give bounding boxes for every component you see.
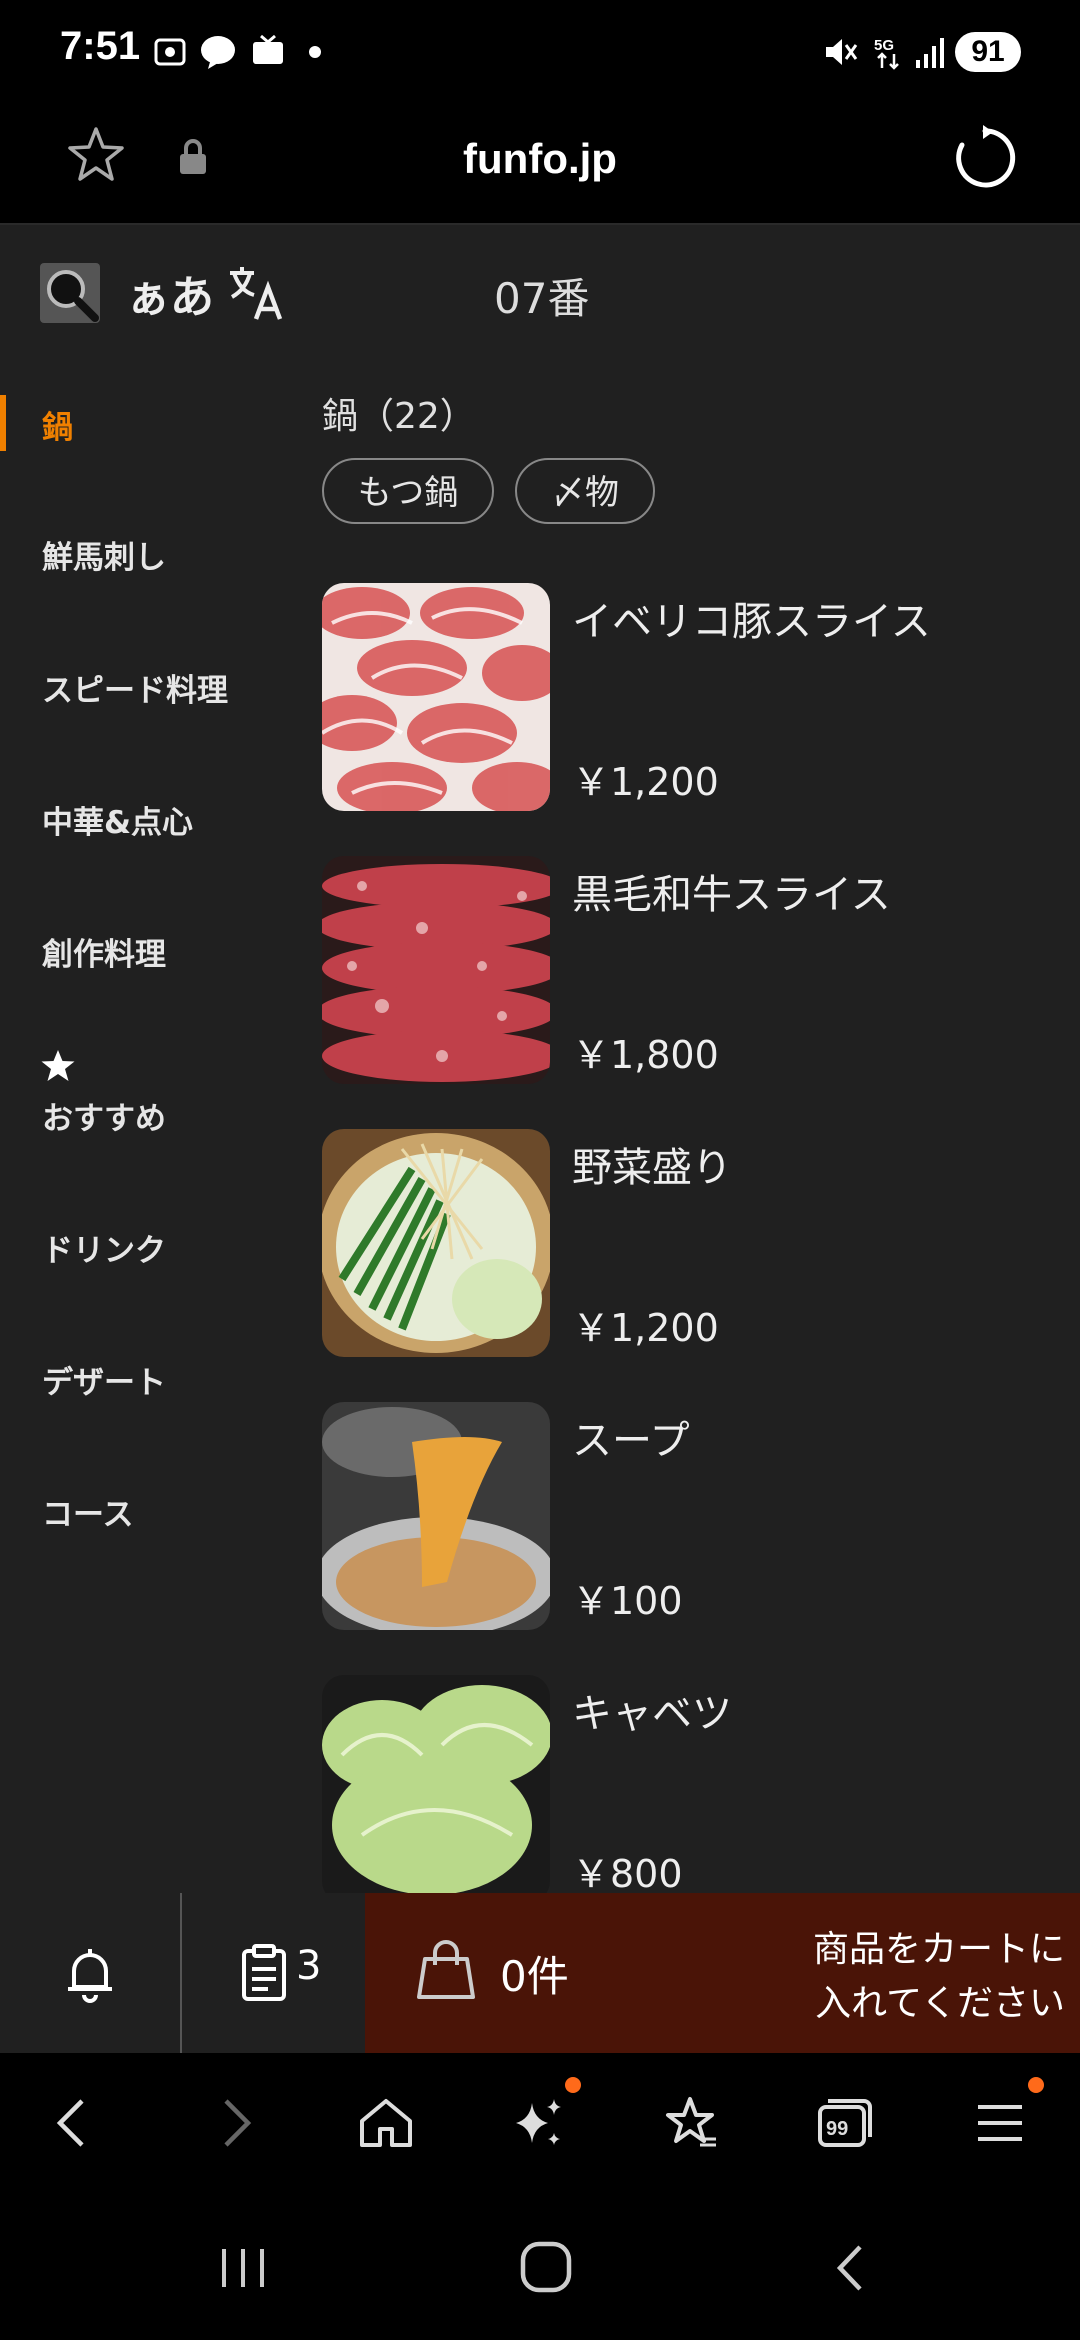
system-back-icon[interactable] xyxy=(826,2241,876,2295)
section-title: 鍋（22） xyxy=(322,396,476,437)
item-photo-soup xyxy=(322,1402,550,1630)
line-app-icon xyxy=(201,36,235,69)
shopping-bag-icon xyxy=(417,1940,475,1999)
category-dessert[interactable]: デザート xyxy=(42,1357,166,1402)
item-photo-wagyu xyxy=(322,856,550,1084)
category-recommended[interactable]: おすすめ xyxy=(42,1093,166,1138)
forward-icon[interactable] xyxy=(204,2093,264,2153)
bookmarks-icon[interactable] xyxy=(660,2093,720,2153)
divider xyxy=(180,1893,182,2053)
category-speed[interactable]: スピード料理 xyxy=(42,665,228,710)
menu-icon[interactable] xyxy=(970,2093,1030,2153)
menu-item[interactable]: キャベツ ￥800 xyxy=(322,1675,1062,1893)
url-text[interactable]: funfo.jp xyxy=(0,135,1080,183)
item-photo-cabbage xyxy=(322,1675,550,1893)
page-header: ぁあ 07番 xyxy=(0,225,1080,360)
recent-apps-icon[interactable] xyxy=(216,2243,270,2293)
category-course[interactable]: コース xyxy=(42,1489,133,1534)
cart-button[interactable]: 0件 商品をカートに 入れてください xyxy=(365,1893,1080,2053)
category-creative[interactable]: 創作料理 xyxy=(42,929,166,974)
back-icon[interactable] xyxy=(44,2093,104,2153)
battery-indicator: 91 xyxy=(955,32,1021,72)
order-action-bar: 3 0件 商品をカートに 入れてください xyxy=(0,1893,1080,2053)
chip-shimemono[interactable]: 〆物 xyxy=(515,458,655,524)
item-name: キャベツ xyxy=(572,1691,732,1737)
menu-item[interactable]: スープ ￥100 xyxy=(322,1402,1062,1632)
cart-message-line2: 入れてください xyxy=(815,1983,1065,2024)
system-nav-bar xyxy=(0,2193,1080,2340)
item-photo-vegetables xyxy=(322,1129,550,1357)
notification-dot xyxy=(1028,2077,1044,2093)
order-count[interactable]: 3 xyxy=(296,1943,321,1989)
tabs-icon[interactable]: 99 xyxy=(814,2093,874,2153)
menu-item[interactable]: イベリコ豚スライス ￥1,200 xyxy=(322,583,1062,813)
chip-motsunabe[interactable]: もつ鍋 xyxy=(322,458,494,524)
status-time: 7:51 xyxy=(60,24,141,68)
category-basashi[interactable]: 鮮馬刺し xyxy=(42,532,166,577)
browser-bottom-bar: 99 xyxy=(0,2053,1080,2193)
svg-text:5G: 5G xyxy=(874,37,894,54)
item-price: ￥800 xyxy=(572,1852,683,1893)
screenshot-icon xyxy=(154,38,186,66)
active-category-indicator xyxy=(0,395,6,451)
notification-dot xyxy=(565,2077,581,2093)
order-history-icon[interactable] xyxy=(238,1943,290,2003)
star-icon xyxy=(41,1050,75,1081)
item-name: 黒毛和牛スライス xyxy=(572,872,891,918)
signal-icon xyxy=(916,38,944,68)
bell-icon[interactable] xyxy=(60,1943,120,2003)
item-photo-pork xyxy=(322,583,550,811)
5g-icon: 5G xyxy=(874,37,899,70)
reload-icon[interactable] xyxy=(950,123,1020,193)
dot-icon xyxy=(309,46,321,58)
item-name: スープ xyxy=(572,1418,690,1464)
cart-message-line1: 商品をカートに xyxy=(812,1929,1065,1970)
item-price: ￥1,200 xyxy=(572,1306,719,1350)
menu-item[interactable]: 野菜盛り ￥1,200 xyxy=(322,1129,1062,1359)
mute-icon xyxy=(826,39,858,65)
home-icon[interactable] xyxy=(356,2093,416,2153)
font-size-button[interactable]: ぁあ xyxy=(126,261,214,325)
item-price: ￥100 xyxy=(572,1579,683,1623)
menu-item[interactable]: 黒毛和牛スライス ￥1,800 xyxy=(322,856,1062,1086)
cart-message: 商品をカートに 入れてください xyxy=(775,1923,1065,2031)
category-nabe[interactable]: 鍋 xyxy=(42,402,73,447)
category-drink[interactable]: ドリンク xyxy=(42,1225,166,1270)
browser-top-bar: funfo.jp xyxy=(0,105,1080,225)
tv-icon xyxy=(253,34,283,64)
translate-icon[interactable] xyxy=(226,263,284,323)
category-chinese[interactable]: 中華&点心 xyxy=(42,797,193,842)
ai-sparkle-icon[interactable] xyxy=(508,2093,568,2153)
status-bar: 7:51 5G 91 xyxy=(0,0,1080,105)
svg-text:99: 99 xyxy=(826,2118,848,2140)
search-icon[interactable] xyxy=(40,263,100,323)
item-price: ￥1,200 xyxy=(572,760,719,804)
home-button-icon[interactable] xyxy=(518,2239,574,2295)
item-name: イベリコ豚スライス xyxy=(572,599,931,645)
item-name: 野菜盛り xyxy=(572,1145,732,1191)
menu-page: ぁあ 07番 鍋 鮮馬刺し スピード料理 中華&点心 創作料理 おすすめ ドリン… xyxy=(0,225,1080,1893)
item-price: ￥1,800 xyxy=(572,1033,719,1077)
table-number: 07番 xyxy=(494,274,590,323)
cart-count: 0件 xyxy=(500,1952,569,2001)
